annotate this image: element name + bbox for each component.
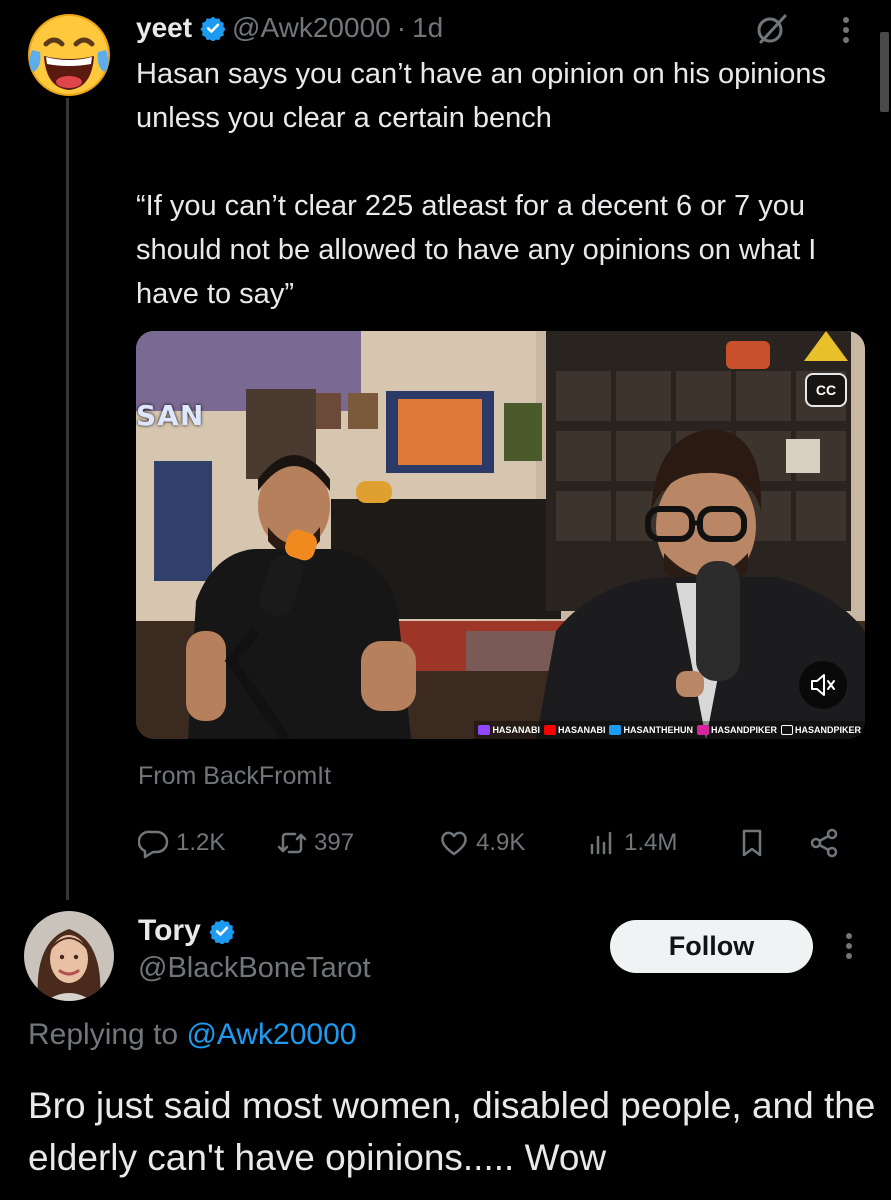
video-thumbnail	[136, 331, 865, 739]
closed-captions-button[interactable]: CC	[805, 373, 847, 407]
reply-button[interactable]: 1.2K	[138, 820, 225, 866]
twitter-icon	[609, 725, 622, 735]
separator-dot: ·	[396, 12, 407, 43]
analytics-icon	[590, 831, 612, 855]
like-count: 4.9K	[476, 829, 526, 856]
speaker-muted-icon	[811, 674, 835, 696]
verified-badge-icon	[200, 15, 226, 42]
more-options-icon[interactable]	[839, 928, 859, 964]
bookmark-button[interactable]	[736, 820, 768, 866]
author-handle[interactable]: @Awk20000	[232, 12, 391, 44]
share-button[interactable]	[808, 820, 840, 866]
tiktok-icon	[780, 725, 793, 735]
thread-connector-line	[66, 98, 69, 900]
author-name[interactable]: yeet	[136, 12, 192, 44]
views-button[interactable]: 1.4M	[586, 820, 677, 866]
tweet-timestamp[interactable]: 1d	[412, 12, 443, 44]
repost-count: 397	[314, 829, 355, 856]
mute-button[interactable]	[799, 661, 847, 709]
twitter-handle: HASANTHEHUN	[609, 725, 693, 735]
tweet-header: yeet @Awk20000 · 1d	[136, 8, 443, 48]
like-button[interactable]: 4.9K	[438, 820, 525, 866]
grok-icon[interactable]	[755, 12, 789, 46]
youtube-handle: HASANABI	[543, 725, 605, 735]
reply-count: 1.2K	[176, 829, 226, 856]
laughing-tears-emoji-icon[interactable]	[24, 10, 114, 100]
stream-overlay-label: SAN	[136, 399, 205, 432]
youtube-icon	[543, 725, 556, 735]
view-count: 1.4M	[624, 829, 678, 856]
instagram-handle: HASANDPIKER	[696, 725, 777, 735]
scrollbar[interactable]	[877, 0, 891, 1200]
tweet-action-bar: 1.2K 397 4.9K 1.4M	[136, 820, 848, 866]
scrollbar-thumb[interactable]	[880, 32, 889, 112]
reply-author-handle[interactable]: @BlackBoneTarot	[138, 952, 371, 985]
repost-button[interactable]: 397	[276, 820, 354, 866]
more-options-icon[interactable]	[836, 12, 856, 48]
share-icon	[810, 828, 838, 858]
twitch-handle: HASANABI	[478, 725, 540, 735]
repost-icon	[277, 832, 307, 854]
verified-badge-icon	[209, 918, 235, 945]
heart-icon	[441, 831, 467, 856]
instagram-icon	[696, 725, 709, 735]
reply-icon	[138, 830, 169, 859]
replying-to-mention[interactable]: @Awk20000	[186, 1018, 356, 1051]
reply-text: Bro just said most women, disabled peopl…	[28, 1085, 876, 1178]
tweet-text: Hasan says you can’t have an opinion on …	[136, 58, 827, 310]
stream-socials-bar: HASANABI HASANABI HASANTHEHUN HASANDPIKE…	[474, 721, 865, 739]
replying-to-line: Replying to @Awk20000	[28, 1018, 356, 1052]
reply-author-name[interactable]: Tory	[138, 914, 201, 948]
video-player[interactable]: SAN CC HASANABI HASANABI HASANTHEHUN HAS…	[136, 331, 865, 739]
tiktok-handle: HASANDPIKER	[780, 725, 861, 735]
follow-button[interactable]: Follow	[610, 920, 813, 973]
source-attribution[interactable]: From BackFromIt	[138, 762, 331, 791]
replying-prefix: Replying to	[28, 1018, 179, 1051]
twitch-icon	[478, 725, 491, 735]
bookmark-icon	[742, 829, 762, 857]
reply-author-name-row: Tory	[138, 910, 241, 952]
avatar[interactable]	[24, 911, 114, 1001]
